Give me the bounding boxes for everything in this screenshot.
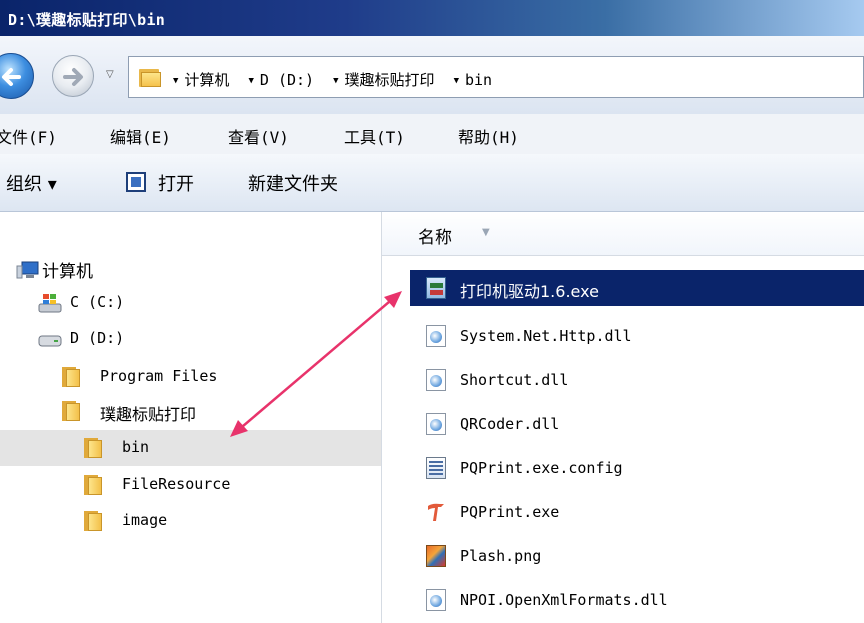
tree-label-file-resource: FileResource bbox=[122, 475, 231, 493]
menu-file[interactable]: 文件(F) bbox=[0, 124, 57, 148]
recent-pages-dropdown-icon[interactable]: ▽ bbox=[106, 69, 118, 81]
breadcrumb-arrow-icon[interactable]: ▼ bbox=[173, 76, 178, 86]
folder-icon bbox=[139, 67, 161, 87]
open-icon bbox=[126, 172, 146, 192]
app-executable-icon bbox=[428, 503, 444, 521]
folder-icon bbox=[84, 438, 102, 458]
hard-drive-icon bbox=[38, 335, 62, 347]
navigation-pane: 计算机 C (C:) D (D:) Program Files 璞趣标贴打印 b… bbox=[0, 212, 382, 623]
title-bar: D:\璞趣标贴打印\bin bbox=[0, 0, 864, 36]
file-row-system-net-http[interactable]: System.Net.Http.dll bbox=[410, 318, 864, 354]
folder-icon bbox=[84, 475, 102, 495]
tree-label-app-folder: 璞趣标贴打印 bbox=[100, 405, 197, 424]
file-row-npoi-openxml[interactable]: NPOI.OpenXmlFormats.dll bbox=[410, 582, 864, 618]
new-folder-button[interactable]: 新建文件夹 bbox=[248, 170, 338, 196]
menu-tools[interactable]: 工具(T) bbox=[344, 124, 405, 148]
tree-item-d-drive[interactable]: D (D:) bbox=[0, 322, 382, 356]
tree-item-image[interactable]: image bbox=[0, 504, 382, 538]
back-button[interactable] bbox=[0, 53, 34, 99]
file-row-pqprint-config[interactable]: PQPrint.exe.config bbox=[410, 450, 864, 486]
breadcrumb-arrow-icon[interactable]: ▼ bbox=[333, 76, 338, 86]
back-arrow-icon bbox=[2, 68, 21, 86]
installer-icon bbox=[426, 277, 446, 299]
column-name-label: 名称 bbox=[418, 228, 452, 248]
breadcrumb-app-folder[interactable]: 璞趣标贴打印 bbox=[345, 71, 435, 89]
tree-label-c-drive: C (C:) bbox=[70, 293, 125, 311]
column-header-name[interactable]: 名称 ▼ bbox=[382, 212, 864, 256]
file-row-pqprint-exe[interactable]: PQPrint.exe bbox=[410, 494, 864, 530]
folder-icon bbox=[84, 511, 102, 531]
tree-label-d-drive: D (D:) bbox=[70, 329, 125, 347]
windows-drive-icon bbox=[38, 294, 62, 313]
tree-item-computer[interactable]: 计算机 bbox=[0, 252, 382, 286]
dll-file-icon bbox=[426, 413, 446, 435]
breadcrumb-bin[interactable]: bin bbox=[465, 71, 492, 89]
file-row-shortcut[interactable]: Shortcut.dll bbox=[410, 362, 864, 398]
file-name: Shortcut.dll bbox=[460, 371, 569, 389]
command-bar: 组织 ▾ 打开 新建文件夹 bbox=[0, 154, 864, 212]
menu-help[interactable]: 帮助(H) bbox=[458, 124, 519, 148]
tree-item-app-folder[interactable]: 璞趣标贴打印 bbox=[0, 394, 382, 428]
open-button[interactable]: 打开 bbox=[158, 170, 194, 196]
image-file-icon bbox=[426, 545, 446, 567]
sort-chevron-icon: ▼ bbox=[482, 227, 490, 238]
file-row-driver-installer[interactable]: 打印机驱动1.6.exe bbox=[410, 270, 864, 306]
tree-item-c-drive[interactable]: C (C:) bbox=[0, 286, 382, 320]
file-name: PQPrint.exe.config bbox=[460, 459, 623, 477]
tree-item-program-files[interactable]: Program Files bbox=[0, 360, 382, 394]
organize-button[interactable]: 组织 ▾ bbox=[6, 170, 57, 196]
address-row: ▽ ▼ 计算机 ▼ D (D:) ▼ 璞趣标贴打印 ▼ bin bbox=[0, 36, 864, 114]
file-name: PQPrint.exe bbox=[460, 503, 560, 521]
file-name: System.Net.Http.dll bbox=[460, 327, 632, 345]
tree-item-bin[interactable]: bin bbox=[0, 430, 382, 466]
dll-file-icon bbox=[426, 589, 446, 611]
dll-file-icon bbox=[426, 325, 446, 347]
file-name: NPOI.OpenXmlFormats.dll bbox=[460, 591, 668, 609]
breadcrumb-arrow-icon[interactable]: ▼ bbox=[248, 76, 253, 86]
breadcrumb-computer[interactable]: 计算机 bbox=[184, 71, 229, 89]
file-name: 打印机驱动1.6.exe bbox=[460, 282, 599, 301]
file-name: QRCoder.dll bbox=[460, 415, 560, 433]
menu-view[interactable]: 查看(V) bbox=[228, 124, 289, 148]
address-bar[interactable]: ▼ 计算机 ▼ D (D:) ▼ 璞趣标贴打印 ▼ bin bbox=[128, 56, 864, 98]
dll-file-icon bbox=[426, 369, 446, 391]
file-name: Plash.png bbox=[460, 547, 542, 565]
tree-label-image: image bbox=[122, 511, 168, 529]
window-title: D:\璞趣标贴打印\bin bbox=[8, 11, 166, 29]
breadcrumb: ▼ 计算机 ▼ D (D:) ▼ 璞趣标贴打印 ▼ bin bbox=[173, 69, 502, 90]
computer-icon bbox=[16, 261, 39, 279]
menu-bar: 文件(F) 编辑(E) 查看(V) 工具(T) 帮助(H) bbox=[0, 114, 864, 154]
file-list: 名称 ▼ 打印机驱动1.6.exe System.Net.Http.dll Sh… bbox=[382, 212, 864, 623]
tree-label-bin: bin bbox=[122, 438, 150, 456]
tree-item-file-resource[interactable]: FileResource bbox=[0, 468, 382, 502]
menu-edit[interactable]: 编辑(E) bbox=[110, 124, 171, 148]
config-file-icon bbox=[426, 457, 446, 479]
forward-arrow-icon bbox=[63, 68, 83, 86]
file-row-qrcoder[interactable]: QRCoder.dll bbox=[410, 406, 864, 442]
folder-icon bbox=[62, 401, 80, 421]
breadcrumb-d-drive[interactable]: D (D:) bbox=[260, 71, 314, 89]
breadcrumb-arrow-icon[interactable]: ▼ bbox=[454, 76, 459, 86]
file-row-plash-png[interactable]: Plash.png bbox=[410, 538, 864, 574]
folder-icon bbox=[62, 367, 80, 387]
tree-label-computer: 计算机 bbox=[42, 262, 93, 282]
tree-label-program-files: Program Files bbox=[100, 367, 218, 385]
forward-button[interactable] bbox=[52, 55, 94, 97]
